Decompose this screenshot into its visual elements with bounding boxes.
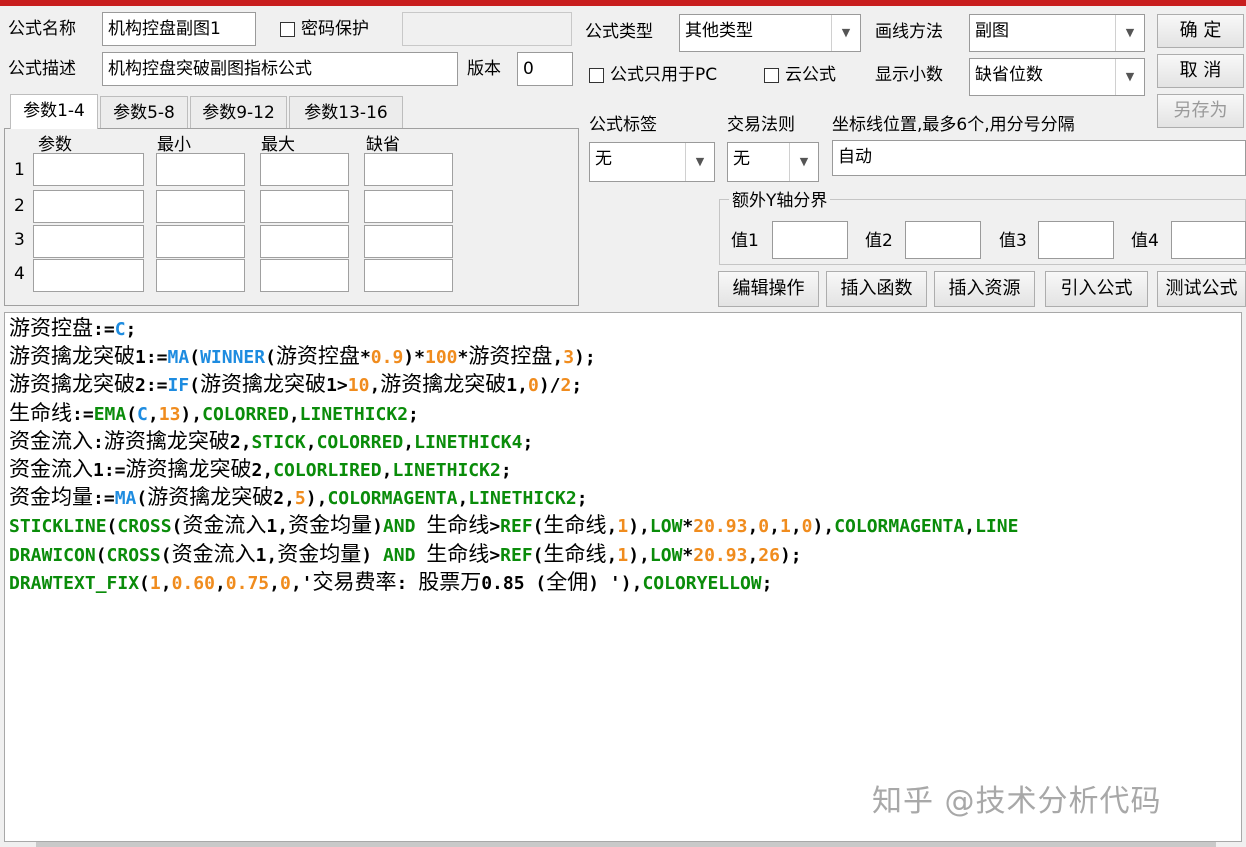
cloud-checkbox[interactable]: 云公式 — [764, 60, 836, 90]
param-row-label: 4 — [14, 264, 25, 284]
code-text[interactable]: 游资控盘:=C; 游资擒龙突破1:=MA(WINNER(游资控盘*0.9)*100… — [9, 315, 1018, 597]
param-2-max-input[interactable] — [260, 190, 349, 223]
formula-tag-value: 无 — [595, 149, 612, 169]
ok-button[interactable]: 确 定 — [1157, 14, 1244, 48]
param-header-max: 最大 — [261, 135, 295, 155]
insert-resource-button[interactable]: 插入资源 — [934, 271, 1035, 307]
formula-name-label: 公式名称 — [8, 19, 76, 39]
param-3-max-input[interactable] — [260, 225, 349, 258]
param-1-min-input[interactable] — [156, 153, 245, 186]
formula-name-input[interactable]: 机构控盘副图1 — [102, 12, 256, 46]
tab-params-13-16[interactable]: 参数13-16 — [289, 96, 403, 128]
extra-y-axis-label: 额外Y轴分界 — [729, 189, 831, 213]
param-row-label: 2 — [14, 196, 25, 216]
param-row-label: 1 — [14, 160, 25, 180]
code-line[interactable]: STICKLINE(CROSS(资金流入1,资金均量)AND 生命线>REF(生… — [9, 512, 1018, 540]
y-value-1-input[interactable] — [772, 221, 848, 259]
chevron-down-icon[interactable]: ▼ — [831, 15, 860, 51]
formula-type-select[interactable]: 其他类型 ▼ — [679, 14, 861, 52]
checkbox-icon[interactable] — [280, 21, 295, 37]
cloud-label: 云公式 — [785, 65, 836, 85]
trade-rule-label: 交易法则 — [727, 115, 795, 135]
version-label: 版本 — [467, 59, 501, 79]
formula-type-label: 公式类型 — [585, 22, 653, 42]
pc-only-label: 公式只用于PC — [610, 65, 718, 85]
code-line[interactable]: DRAWICON(CROSS(资金流入1,资金均量) AND 生命线>REF(生… — [9, 541, 1018, 569]
decimals-value: 缺省位数 — [975, 65, 1043, 85]
code-line[interactable]: 资金均量:=MA(游资擒龙突破2,5),COLORMAGENTA,LINETHI… — [9, 484, 1018, 512]
param-row-label: 3 — [14, 230, 25, 250]
tab-params-5-8[interactable]: 参数5-8 — [100, 96, 188, 128]
tab-params-9-12[interactable]: 参数9-12 — [190, 96, 287, 128]
pc-only-checkbox[interactable]: 公式只用于PC — [589, 60, 717, 90]
param-header-default: 缺省 — [366, 135, 400, 155]
cancel-button[interactable]: 取 消 — [1157, 54, 1244, 88]
edit-operation-button[interactable]: 编辑操作 — [718, 271, 819, 307]
password-checkbox[interactable]: 密码保护 — [280, 14, 369, 44]
title-accent-bar — [0, 0, 1246, 6]
y-value-3-label: 值3 — [999, 231, 1027, 251]
chevron-down-icon[interactable]: ▼ — [1115, 15, 1144, 51]
version-input[interactable]: 0 — [517, 52, 573, 86]
code-line[interactable]: 游资擒龙突破2:=IF(游资擒龙突破1>10,游资擒龙突破1,0)/2; — [9, 371, 1018, 399]
param-header-name: 参数 — [38, 135, 72, 155]
param-header-min: 最小 — [157, 135, 191, 155]
code-line[interactable]: DRAWTEXT_FIX(1,0.60,0.75,0,'交易费率: 股票万0.8… — [9, 569, 1018, 597]
param-2-min-input[interactable] — [156, 190, 245, 223]
checkbox-icon[interactable] — [764, 67, 779, 83]
y-value-4-input[interactable] — [1171, 221, 1246, 259]
trade-rule-value: 无 — [733, 149, 750, 169]
y-value-2-input[interactable] — [905, 221, 981, 259]
formula-desc-input[interactable]: 机构控盘突破副图指标公式 — [102, 52, 458, 86]
chevron-down-icon[interactable]: ▼ — [789, 143, 818, 181]
password-label: 密码保护 — [301, 19, 369, 39]
axis-lines-label: 坐标线位置,最多6个,用分号分隔 — [832, 115, 1075, 135]
formula-desc-label: 公式描述 — [8, 59, 76, 79]
code-line[interactable]: 资金流入:游资擒龙突破2,STICK,COLORRED,LINETHICK4; — [9, 428, 1018, 456]
param-2-name-input[interactable] — [33, 190, 144, 223]
param-1-name-input[interactable] — [33, 153, 144, 186]
param-1-max-input[interactable] — [260, 153, 349, 186]
code-line[interactable]: 资金流入1:=游资擒龙突破2,COLORLIRED,LINETHICK2; — [9, 456, 1018, 484]
param-3-min-input[interactable] — [156, 225, 245, 258]
draw-method-select[interactable]: 副图 ▼ — [969, 14, 1145, 52]
param-4-max-input[interactable] — [260, 259, 349, 292]
y-value-3-input[interactable] — [1038, 221, 1114, 259]
checkbox-icon[interactable] — [589, 67, 604, 83]
code-line[interactable]: 游资控盘:=C; — [9, 315, 1018, 343]
trade-rule-select[interactable]: 无 ▼ — [727, 142, 819, 182]
formula-code-editor[interactable]: 游资控盘:=C; 游资擒龙突破1:=MA(WINNER(游资控盘*0.9)*100… — [4, 312, 1242, 842]
decimals-select[interactable]: 缺省位数 ▼ — [969, 58, 1145, 96]
import-formula-button[interactable]: 引入公式 — [1045, 271, 1148, 307]
insert-function-button[interactable]: 插入函数 — [826, 271, 927, 307]
param-4-min-input[interactable] — [156, 259, 245, 292]
formula-tag-label: 公式标签 — [589, 115, 657, 135]
y-value-4-label: 值4 — [1131, 231, 1159, 251]
y-value-1-label: 值1 — [731, 231, 759, 251]
tab-params-1-4[interactable]: 参数1-4 — [10, 94, 98, 129]
param-3-name-input[interactable] — [33, 225, 144, 258]
code-line[interactable]: 生命线:=EMA(C,13),COLORRED,LINETHICK2; — [9, 400, 1018, 428]
param-4-default-input[interactable] — [364, 259, 453, 292]
param-1-default-input[interactable] — [364, 153, 453, 186]
draw-method-value: 副图 — [975, 21, 1009, 41]
watermark: 知乎 @技术分析代码 — [872, 784, 1162, 819]
y-value-2-label: 值2 — [865, 231, 893, 251]
param-3-default-input[interactable] — [364, 225, 453, 258]
draw-method-label: 画线方法 — [875, 22, 943, 42]
save-as-button[interactable]: 另存为 — [1157, 94, 1244, 128]
formula-type-value: 其他类型 — [685, 21, 753, 41]
chevron-down-icon[interactable]: ▼ — [1115, 59, 1144, 95]
formula-tag-select[interactable]: 无 ▼ — [589, 142, 715, 182]
chevron-down-icon[interactable]: ▼ — [685, 143, 714, 181]
param-4-name-input[interactable] — [33, 259, 144, 292]
decimals-label: 显示小数 — [875, 65, 943, 85]
test-formula-button[interactable]: 测试公式 — [1157, 271, 1246, 307]
code-line[interactable]: 游资擒龙突破1:=MA(WINNER(游资控盘*0.9)*100*游资控盘,3)… — [9, 343, 1018, 371]
param-2-default-input[interactable] — [364, 190, 453, 223]
password-input[interactable] — [402, 12, 572, 46]
horizontal-scrollbar[interactable] — [36, 842, 1216, 847]
axis-lines-input[interactable]: 自动 — [832, 140, 1246, 176]
